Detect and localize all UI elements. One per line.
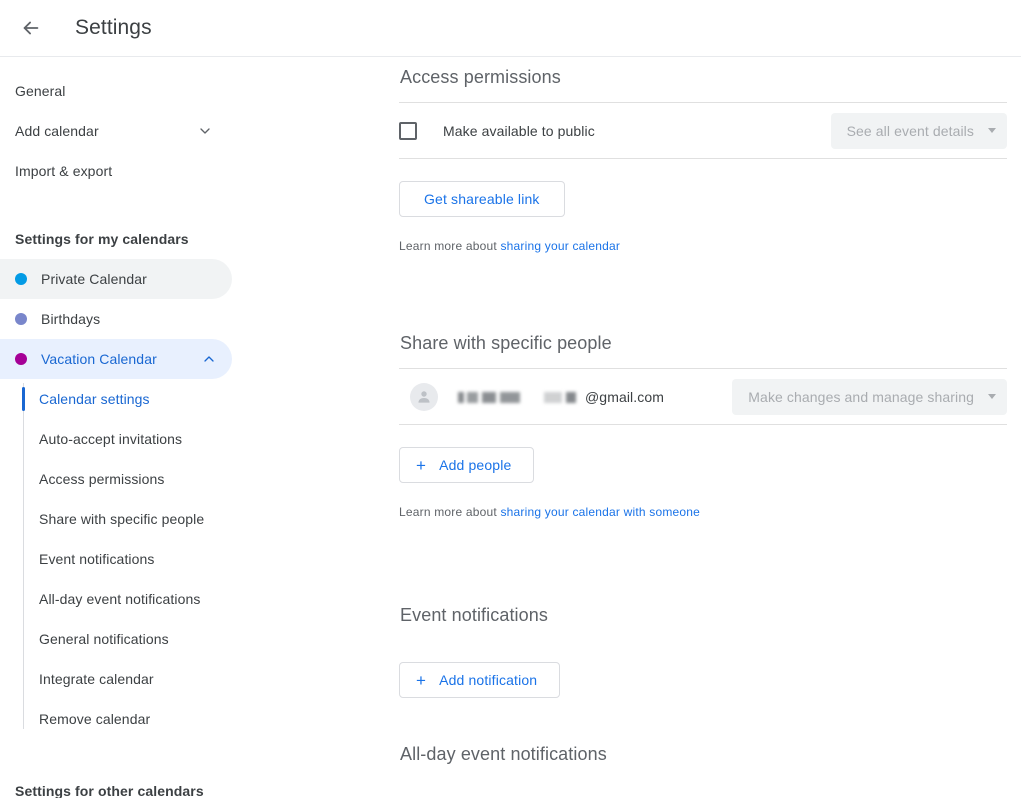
subitem-label: General notifications <box>39 631 169 647</box>
other-calendars-heading: Settings for other calendars <box>0 783 399 798</box>
sidebar-calendar-birthdays[interactable]: Birthdays <box>0 299 232 339</box>
calendar-color-dot <box>15 313 27 325</box>
section-title: Event notifications <box>399 605 1007 626</box>
sidebar-subitem-event-notifications[interactable]: Event notifications <box>0 539 399 579</box>
learn-more-prefix: Learn more about <box>399 239 500 253</box>
section-share-with-specific-people: Share with specific people @gmail.com Ma… <box>399 333 1007 519</box>
sidebar-subitem-remove-calendar[interactable]: Remove calendar <box>0 699 399 739</box>
section-title: Share with specific people <box>399 333 1007 354</box>
person-avatar-icon <box>410 383 438 411</box>
make-public-label: Make available to public <box>443 123 595 139</box>
calendar-color-dot <box>15 353 27 365</box>
sidebar-item-add-calendar[interactable]: Add calendar <box>0 119 232 143</box>
app-header: Settings <box>0 0 1021 57</box>
section-access-permissions: Access permissions Make available to pub… <box>399 67 1007 253</box>
subitem-label: Share with specific people <box>39 511 204 527</box>
learn-more-prefix: Learn more about <box>399 505 500 519</box>
sidebar-item-general[interactable]: General <box>0 79 232 103</box>
chevron-down-icon <box>988 128 996 133</box>
subitem-label: Remove calendar <box>39 711 150 727</box>
subitem-label: Access permissions <box>39 471 165 487</box>
sidebar-subitem-integrate-calendar[interactable]: Integrate calendar <box>0 659 399 699</box>
person-permission-dropdown[interactable]: Make changes and manage sharing <box>732 379 1007 415</box>
spacer <box>399 779 1007 798</box>
subitem-label: All-day event notifications <box>39 591 200 607</box>
add-notification-label: Add notification <box>439 672 537 688</box>
spacer <box>399 640 1007 662</box>
sidebar-item-label: Add calendar <box>15 123 196 139</box>
spacer <box>399 217 1007 239</box>
sidebar-item-import-export[interactable]: Import & export <box>0 159 232 183</box>
event-visibility-dropdown[interactable]: See all event details <box>831 113 1007 149</box>
event-visibility-value: See all event details <box>847 123 974 139</box>
subitem-label: Integrate calendar <box>39 671 154 687</box>
shared-person-email: @gmail.com <box>458 389 664 405</box>
calendar-label: Birthdays <box>41 311 218 327</box>
page-body: General Add calendar Import & export Set… <box>0 57 1021 798</box>
add-people-label: Add people <box>439 457 511 473</box>
spacer <box>399 483 1007 505</box>
redacted-email-text <box>458 392 584 403</box>
page-title: Settings <box>75 16 152 40</box>
person-permission-value: Make changes and manage sharing <box>748 389 974 405</box>
chevron-down-icon <box>196 122 214 140</box>
chevron-down-icon <box>988 394 996 399</box>
sidebar-subitem-access-permissions[interactable]: Access permissions <box>0 459 399 499</box>
sidebar-item-label: Import & export <box>15 163 214 179</box>
calendar-label: Vacation Calendar <box>41 351 200 367</box>
learn-more-sharing-with-someone: Learn more about sharing your calendar w… <box>399 505 1007 519</box>
learn-more-link[interactable]: sharing your calendar <box>500 239 620 253</box>
plus-icon: + <box>416 672 426 689</box>
settings-content: Access permissions Make available to pub… <box>399 57 1021 798</box>
chevron-up-icon[interactable] <box>200 350 218 368</box>
sidebar-subitem-calendar-settings[interactable]: Calendar settings <box>0 379 399 419</box>
spacer <box>399 253 1007 333</box>
sidebar-subitem-auto-accept-invitations[interactable]: Auto-accept invitations <box>0 419 399 459</box>
section-title: Access permissions <box>399 67 1007 88</box>
email-domain: @gmail.com <box>585 389 664 405</box>
calendar-color-dot <box>15 273 27 285</box>
my-calendars-heading: Settings for my calendars <box>0 231 399 247</box>
subitem-label: Auto-accept invitations <box>39 431 182 447</box>
learn-more-link[interactable]: sharing your calendar with someone <box>500 505 700 519</box>
sidebar-subitem-general-notifications[interactable]: General notifications <box>0 619 399 659</box>
settings-sidebar: General Add calendar Import & export Set… <box>0 57 399 798</box>
spacer <box>399 519 1007 605</box>
plus-icon: + <box>416 457 426 474</box>
subitem-label: Calendar settings <box>39 391 150 407</box>
sidebar-subitem-share-with-specific-people[interactable]: Share with specific people <box>0 499 399 539</box>
make-public-checkbox[interactable] <box>399 122 417 140</box>
add-people-button[interactable]: + Add people <box>399 447 534 483</box>
add-event-notification-button[interactable]: + Add notification <box>399 662 560 698</box>
section-event-notifications: Event notifications + Add notification <box>399 605 1007 698</box>
spacer <box>399 425 1007 447</box>
sidebar-item-label: General <box>15 83 214 99</box>
section-title: All-day event notifications <box>399 744 1007 765</box>
spacer <box>399 698 1007 744</box>
calendar-label: Private Calendar <box>41 271 218 287</box>
sidebar-subitem-all-day-event-notifications[interactable]: All-day event notifications <box>0 579 399 619</box>
spacer <box>399 159 1007 181</box>
sidebar-calendar-vacation-calendar[interactable]: Vacation Calendar <box>0 339 232 379</box>
subitem-label: Event notifications <box>39 551 155 567</box>
calendar-subnav: Calendar settings Auto-accept invitation… <box>0 379 399 739</box>
back-arrow-icon <box>20 17 42 39</box>
section-all-day-event-notifications: All-day event notifications + Add notifi… <box>399 744 1007 798</box>
get-shareable-link-button[interactable]: Get shareable link <box>399 181 565 217</box>
back-button[interactable] <box>14 11 48 45</box>
learn-more-sharing-calendar: Learn more about sharing your calendar <box>399 239 1007 253</box>
shared-person-row: @gmail.com Make changes and manage shari… <box>399 369 1007 424</box>
sidebar-calendar-private-calendar[interactable]: Private Calendar <box>0 259 232 299</box>
make-public-row: Make available to public See all event d… <box>399 103 1007 158</box>
